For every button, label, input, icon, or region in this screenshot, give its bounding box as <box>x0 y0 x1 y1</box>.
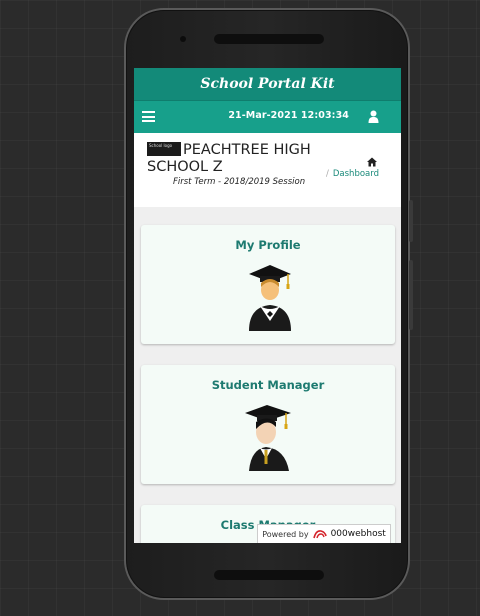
webhost-logo-icon <box>312 530 327 539</box>
card-title: My Profile <box>235 238 301 252</box>
graduate-icon <box>249 265 291 331</box>
breadcrumb: / Dashboard <box>326 169 379 179</box>
breadcrumb-dashboard-link[interactable]: Dashboard <box>333 169 379 179</box>
school-name: PEACHTREE HIGH SCHOOL Z <box>147 142 311 175</box>
my-profile-card[interactable]: My Profile <box>141 225 395 344</box>
app-title: School Portal Kit <box>200 76 335 92</box>
student-icon <box>245 405 291 471</box>
nav-bar: 21-Mar-2021 12:03:34 <box>134 100 401 133</box>
card-title: Student Manager <box>211 378 325 392</box>
camera-icon <box>180 36 186 42</box>
volume-button <box>409 200 413 242</box>
datetime: 21-Mar-2021 12:03:34 <box>228 110 349 121</box>
earpiece-speaker <box>214 34 324 44</box>
menu-icon[interactable] <box>142 111 155 122</box>
brand-bar: School Portal Kit <box>134 68 401 100</box>
student-manager-card[interactable]: Student Manager <box>141 365 395 484</box>
bottom-speaker <box>214 570 324 580</box>
powered-by-label: Powered by <box>262 529 309 539</box>
school-header: School logo PEACHTREE HIGH SCHOOL Z Firs… <box>134 133 401 207</box>
power-button <box>409 260 413 330</box>
powered-by-badge[interactable]: Powered by 000webhost <box>257 524 391 543</box>
user-icon[interactable] <box>368 110 379 123</box>
webhost-name: 000webhost <box>330 529 386 539</box>
session-term: First Term - 2018/2019 Session <box>173 177 306 187</box>
breadcrumb-separator: / <box>326 169 329 179</box>
app-screen: School Portal Kit 21-Mar-2021 12:03:34 S… <box>134 68 401 543</box>
home-icon[interactable] <box>367 157 377 167</box>
